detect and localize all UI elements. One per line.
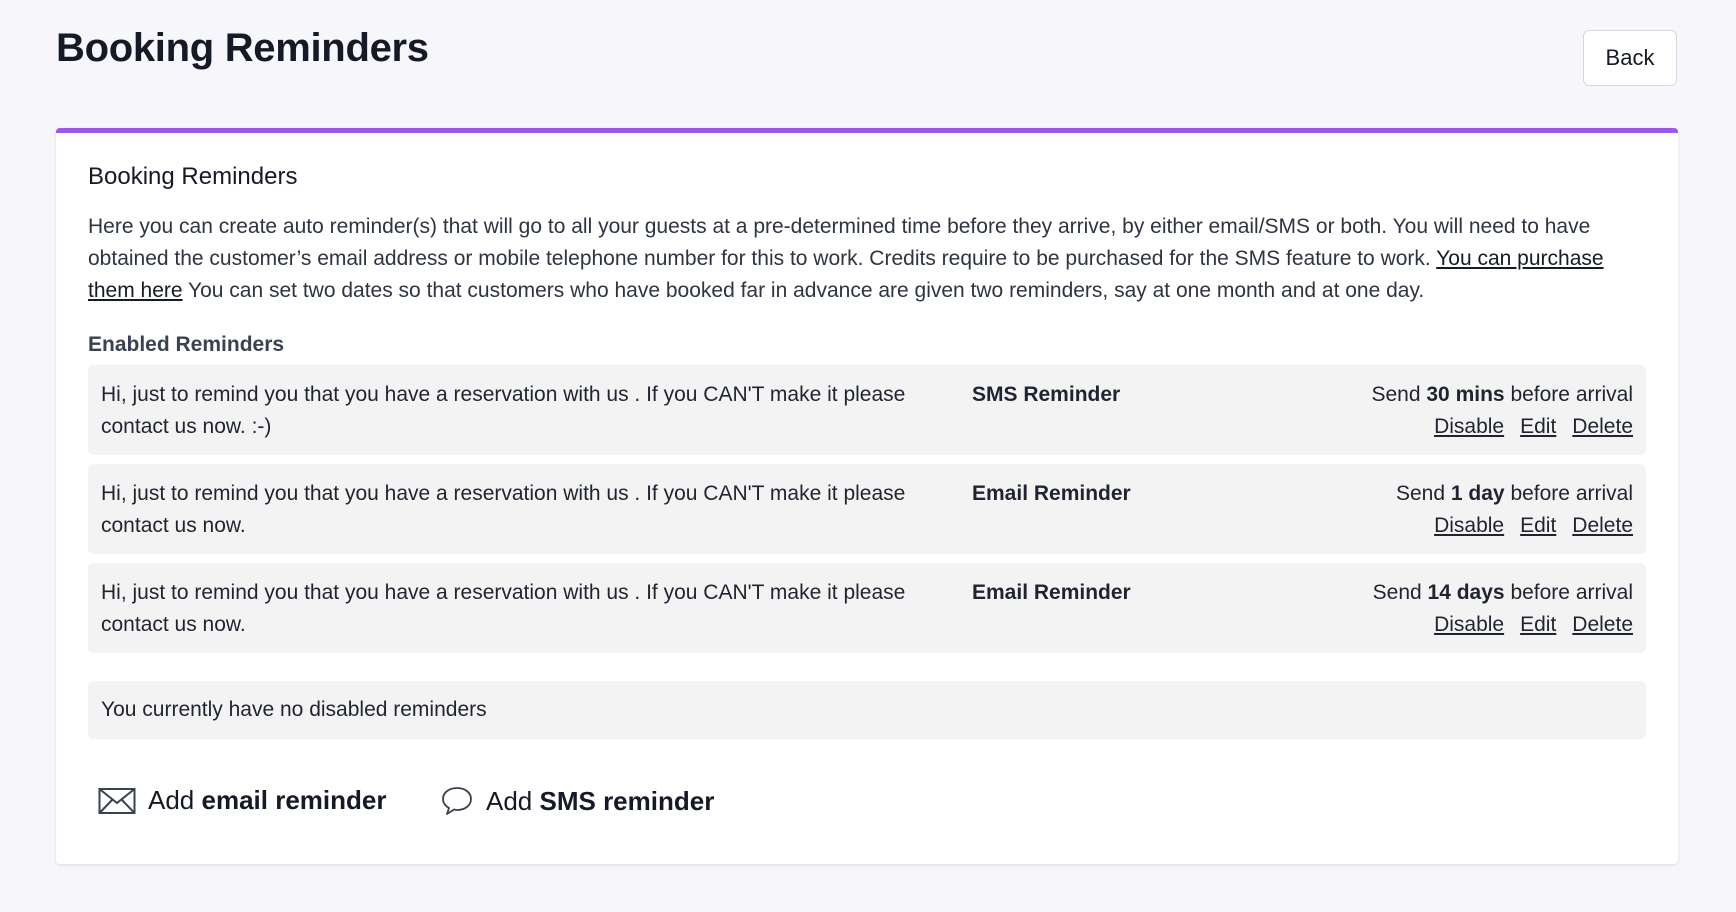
reminder-message: Hi, just to remind you that you have a r… (101, 482, 906, 537)
send-value: 14 days (1427, 581, 1505, 604)
speech-bubble-icon (442, 787, 472, 815)
add-sms-bold: SMS reminder (539, 785, 715, 816)
add-email-prefix: Add (148, 785, 195, 815)
reminder-actions: Disable Edit Delete (1373, 609, 1633, 641)
envelope-icon (98, 787, 136, 814)
send-time: Send 1 day before arrival (1396, 478, 1633, 510)
intro-text: Here you can create auto reminder(s) tha… (88, 211, 1648, 307)
delete-link[interactable]: Delete (1572, 510, 1633, 542)
delete-link[interactable]: Delete (1572, 609, 1633, 641)
disabled-reminders-empty: You currently have no disabled reminders (88, 681, 1646, 739)
reminder-message: Hi, just to remind you that you have a r… (101, 383, 906, 438)
reminder-message: Hi, just to remind you that you have a r… (101, 581, 906, 636)
send-suffix: before arrival (1510, 383, 1633, 406)
intro-text-start: Here you can create auto reminder(s) tha… (88, 215, 1591, 270)
send-prefix: Send (1371, 383, 1421, 406)
add-sms-reminder-button[interactable]: Add SMS reminder (440, 785, 714, 817)
reminder-type: SMS Reminder (972, 383, 1121, 406)
add-email-label: Add email reminder (148, 785, 386, 816)
send-prefix: Send (1372, 581, 1422, 604)
send-suffix: before arrival (1510, 581, 1633, 604)
add-sms-label: Add SMS reminder (486, 786, 714, 817)
send-time: Send 14 days before arrival (1373, 577, 1633, 609)
send-prefix: Send (1396, 482, 1446, 505)
edit-link[interactable]: Edit (1520, 411, 1556, 443)
reminder-actions: Disable Edit Delete (1371, 411, 1633, 443)
edit-link[interactable]: Edit (1520, 510, 1556, 542)
back-button[interactable]: Back (1583, 30, 1677, 86)
reminders-card: Booking Reminders Here you can create au… (56, 128, 1678, 864)
disable-link[interactable]: Disable (1434, 609, 1504, 641)
reminder-schedule: Send 14 days before arrival Disable Edit… (1373, 577, 1633, 641)
reminder-row: Hi, just to remind you that you have a r… (88, 365, 1646, 455)
send-suffix: before arrival (1510, 482, 1633, 505)
send-value: 1 day (1450, 482, 1505, 505)
enabled-reminders-label: Enabled Reminders (88, 333, 285, 356)
reminder-schedule: Send 1 day before arrival Disable Edit D… (1396, 478, 1633, 542)
reminder-row: Hi, just to remind you that you have a r… (88, 464, 1646, 554)
add-sms-prefix: Add (486, 785, 533, 816)
disable-link[interactable]: Disable (1434, 411, 1504, 443)
reminder-row: Hi, just to remind you that you have a r… (88, 563, 1646, 653)
disable-link[interactable]: Disable (1434, 510, 1504, 542)
page-title: Booking Reminders (56, 26, 429, 70)
add-email-reminder-button[interactable]: Add email reminder (98, 785, 386, 816)
page: Booking Reminders Back Booking Reminders… (0, 0, 1736, 912)
reminder-actions: Disable Edit Delete (1396, 510, 1633, 542)
send-time: Send 30 mins before arrival (1371, 379, 1633, 411)
card-title: Booking Reminders (88, 163, 298, 190)
reminder-schedule: Send 30 mins before arrival Disable Edit… (1371, 379, 1633, 443)
reminder-type: Email Reminder (972, 482, 1131, 505)
edit-link[interactable]: Edit (1520, 609, 1556, 641)
intro-text-end: You can set two dates so that customers … (182, 279, 1425, 302)
reminder-type: Email Reminder (972, 581, 1131, 604)
send-value: 30 mins (1426, 383, 1505, 406)
add-email-bold: email reminder (201, 785, 387, 815)
delete-link[interactable]: Delete (1572, 411, 1633, 443)
